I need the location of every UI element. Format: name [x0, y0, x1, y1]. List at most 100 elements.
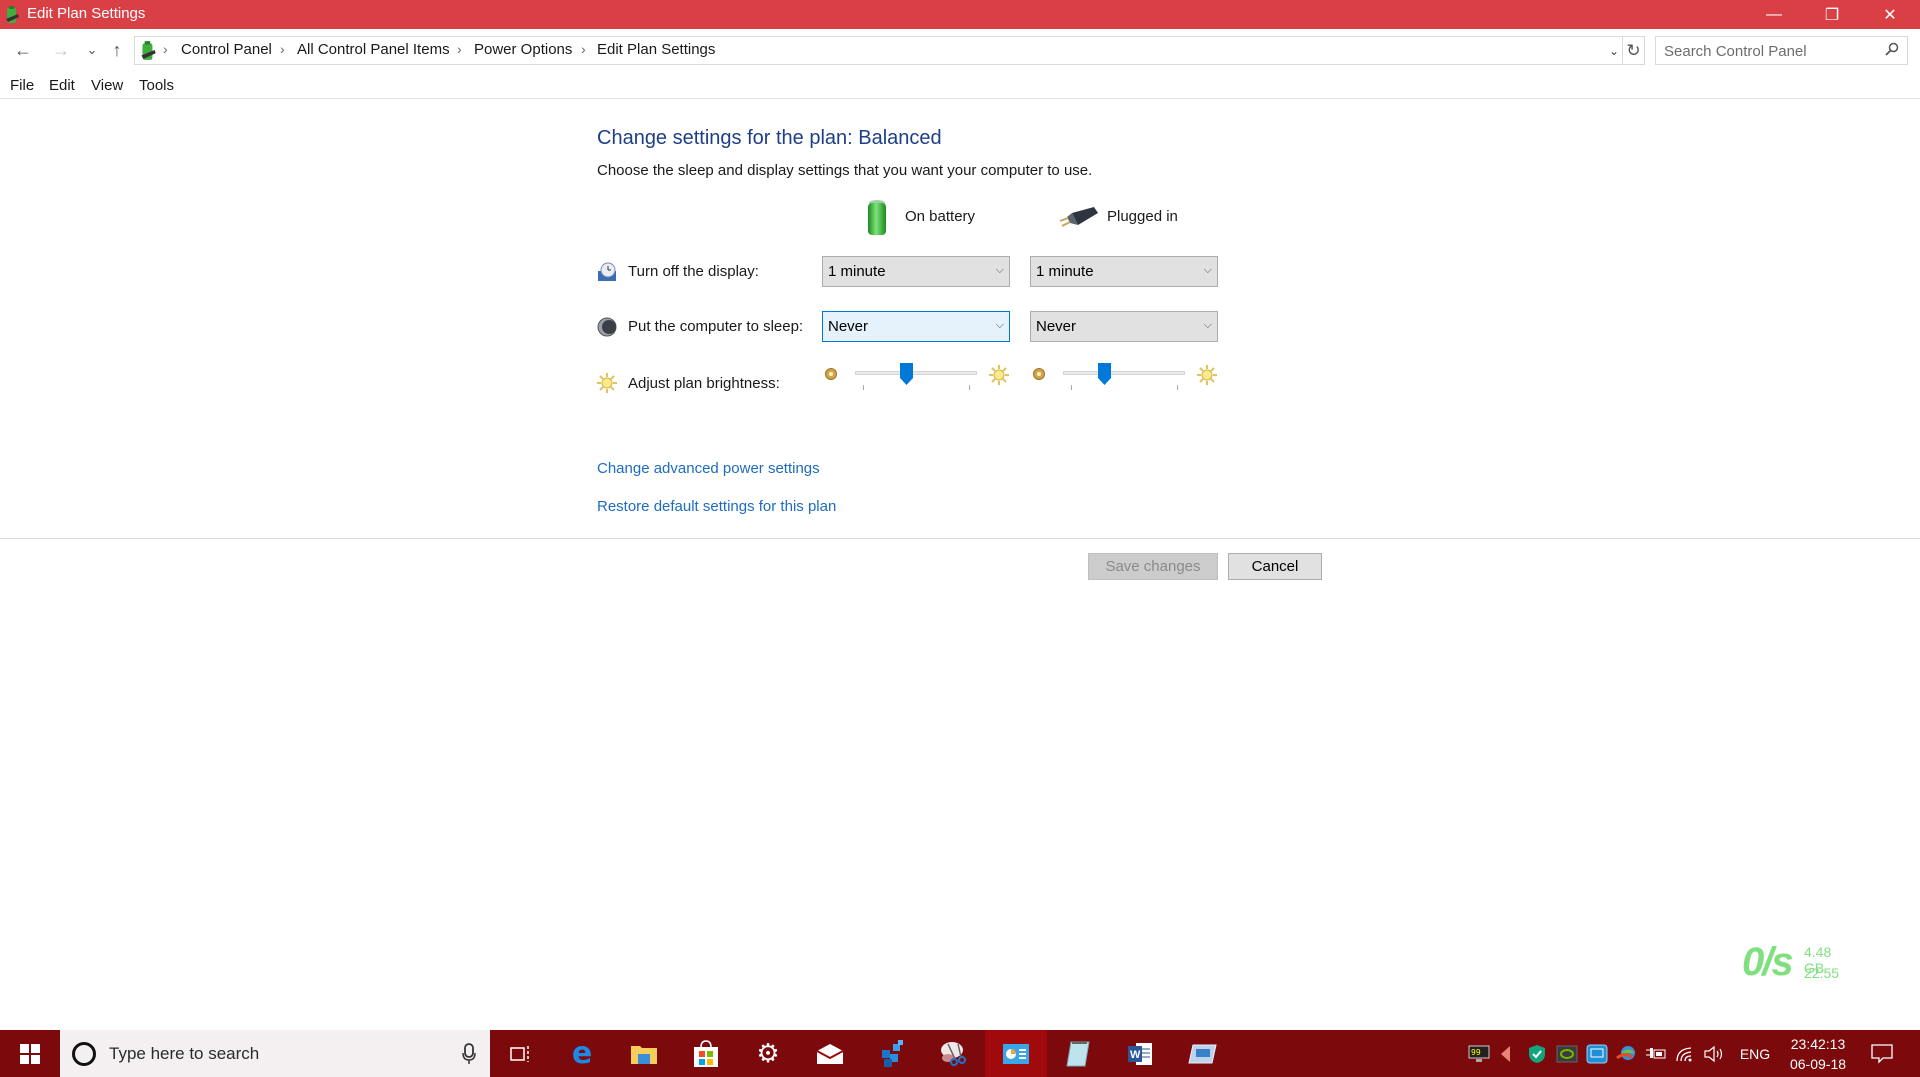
- slider-thumb[interactable]: [1098, 363, 1112, 385]
- arrow-left-icon: ←: [14, 39, 32, 60]
- store-icon: [694, 1039, 718, 1067]
- mail-icon: [816, 1043, 844, 1064]
- close-icon: ✕: [1883, 6, 1897, 24]
- search-input[interactable]: [1664, 41, 1874, 61]
- address-history-dropdown[interactable]: ⌄: [1604, 36, 1624, 65]
- content-divider: [0, 538, 1920, 539]
- tray-arrow-app[interactable]: [1494, 1030, 1516, 1077]
- mail-button[interactable]: [799, 1030, 861, 1077]
- language-label: ENG: [1739, 1045, 1771, 1062]
- display-battery-select[interactable]: 1 minute ⌵: [822, 256, 1010, 287]
- globe-download-icon: [1616, 1045, 1635, 1060]
- overlay-time: 22:55: [1804, 965, 1840, 981]
- slider-tick: [863, 385, 864, 390]
- control-panel-taskbar-button[interactable]: [985, 1030, 1047, 1077]
- microphone-icon[interactable]: [462, 1043, 476, 1065]
- tray-monitor-app[interactable]: 99: [1466, 1030, 1492, 1077]
- taskbar-search-box[interactable]: Type here to search: [60, 1030, 490, 1077]
- clock-date: 06-09-18: [1789, 1056, 1847, 1072]
- brightness-label: Adjust plan brightness:: [628, 375, 780, 392]
- control-panel-icon: [141, 41, 156, 60]
- gear-icon: ⚙: [756, 1038, 780, 1068]
- settings-button[interactable]: ⚙: [737, 1030, 799, 1077]
- cortana-icon[interactable]: [72, 1042, 96, 1066]
- edge-button[interactable]: e: [551, 1030, 613, 1077]
- minimize-icon: —: [1766, 5, 1782, 23]
- snipping-tool-button[interactable]: [923, 1030, 985, 1077]
- menu-file[interactable]: File: [10, 77, 34, 94]
- window-title: Edit Plan Settings: [27, 5, 146, 22]
- windows-logo-icon: [20, 1043, 40, 1064]
- chevron-down-icon: ⌵: [995, 319, 1004, 331]
- action-center-button[interactable]: [1858, 1030, 1906, 1077]
- language-indicator[interactable]: ENG: [1732, 1030, 1778, 1077]
- restore-button[interactable]: ❐: [1803, 0, 1861, 29]
- power-options-icon: [6, 6, 19, 23]
- up-button[interactable]: ↑: [105, 38, 129, 62]
- close-button[interactable]: ✕: [1861, 0, 1919, 29]
- menu-view[interactable]: View: [91, 77, 123, 94]
- change-advanced-settings-link[interactable]: Change advanced power settings: [597, 460, 820, 477]
- search-icon[interactable]: [1885, 42, 1899, 59]
- sleep-plugged-select[interactable]: Never ⌵: [1030, 311, 1218, 342]
- tray-volume[interactable]: [1702, 1030, 1728, 1077]
- back-button[interactable]: ←: [11, 38, 35, 62]
- search-box[interactable]: [1655, 36, 1908, 65]
- speaker-muted-icon: [1501, 1045, 1510, 1062]
- brightness-battery-slider[interactable]: [855, 363, 977, 390]
- word-button[interactable]: W: [1109, 1030, 1171, 1077]
- forward-button[interactable]: →: [49, 38, 73, 62]
- tray-security[interactable]: [1524, 1030, 1550, 1077]
- save-changes-button[interactable]: Save changes: [1088, 553, 1218, 580]
- tray-wifi[interactable]: [1672, 1030, 1698, 1077]
- sleep-plugged-value: Never: [1036, 318, 1077, 335]
- brightness-sun-icon: [597, 373, 617, 393]
- tray-battery[interactable]: [1643, 1030, 1669, 1077]
- task-view-button[interactable]: [489, 1030, 551, 1077]
- slider-thumb[interactable]: [899, 363, 913, 385]
- shield-check-icon: [1529, 1044, 1545, 1063]
- menu-tools[interactable]: Tools: [139, 77, 174, 94]
- chevron-down-icon: ⌵: [995, 264, 1004, 276]
- breadcrumb-all-control-panel-items[interactable]: All Control Panel Items: [297, 41, 450, 58]
- slider-track: [1063, 371, 1185, 375]
- page-subtitle: Choose the sleep and display settings th…: [597, 162, 1093, 179]
- address-bar[interactable]: › Control Panel › All Control Panel Item…: [134, 36, 1623, 65]
- dim-brightness-icon: [825, 368, 837, 380]
- app-blue-cubes-button[interactable]: [861, 1030, 923, 1077]
- tray-intel-graphics[interactable]: [1584, 1030, 1610, 1077]
- recent-locations-button[interactable]: ⌄: [80, 38, 104, 62]
- battery-icon: [868, 200, 886, 235]
- file-explorer-button[interactable]: [613, 1030, 675, 1077]
- edge-icon: e: [571, 1036, 593, 1071]
- start-button[interactable]: [0, 1030, 60, 1077]
- breadcrumb-power-options[interactable]: Power Options: [474, 41, 572, 58]
- cancel-button[interactable]: Cancel: [1228, 553, 1322, 580]
- network-rate: 0/s: [1742, 940, 1794, 984]
- plug-icon: [1059, 207, 1098, 227]
- blue-cubes-icon: [882, 1039, 903, 1067]
- tray-download-manager[interactable]: [1614, 1030, 1640, 1077]
- bright-brightness-icon: [1197, 365, 1217, 385]
- tray-nvidia[interactable]: [1554, 1030, 1580, 1077]
- task-view-icon: [510, 1045, 529, 1062]
- refresh-button[interactable]: ↻: [1623, 36, 1645, 65]
- display-plugged-select[interactable]: 1 minute ⌵: [1030, 256, 1218, 287]
- breadcrumb-edit-plan-settings[interactable]: Edit Plan Settings: [597, 41, 715, 58]
- notepad-button[interactable]: [1047, 1030, 1109, 1077]
- wifi-icon: [1676, 1046, 1692, 1061]
- remote-desktop-button[interactable]: [1171, 1030, 1233, 1077]
- chevron-down-icon: ⌄: [1608, 43, 1620, 58]
- sleep-battery-select[interactable]: Never ⌵: [822, 311, 1010, 342]
- minimize-button[interactable]: —: [1745, 0, 1803, 29]
- breadcrumb-separator: ›: [163, 41, 168, 57]
- restore-defaults-link[interactable]: Restore default settings for this plan: [597, 498, 836, 515]
- remote-desktop-icon: [1188, 1044, 1217, 1063]
- store-button[interactable]: [675, 1030, 737, 1077]
- chevron-down-icon: ⌵: [1203, 264, 1212, 276]
- breadcrumb-control-panel[interactable]: Control Panel: [181, 41, 272, 58]
- menu-bar: File Edit View Tools: [0, 76, 1920, 98]
- menu-edit[interactable]: Edit: [49, 77, 75, 94]
- brightness-plugged-slider[interactable]: [1063, 363, 1185, 390]
- taskbar-clock[interactable]: 23:42:13 06-09-18: [1778, 1030, 1858, 1077]
